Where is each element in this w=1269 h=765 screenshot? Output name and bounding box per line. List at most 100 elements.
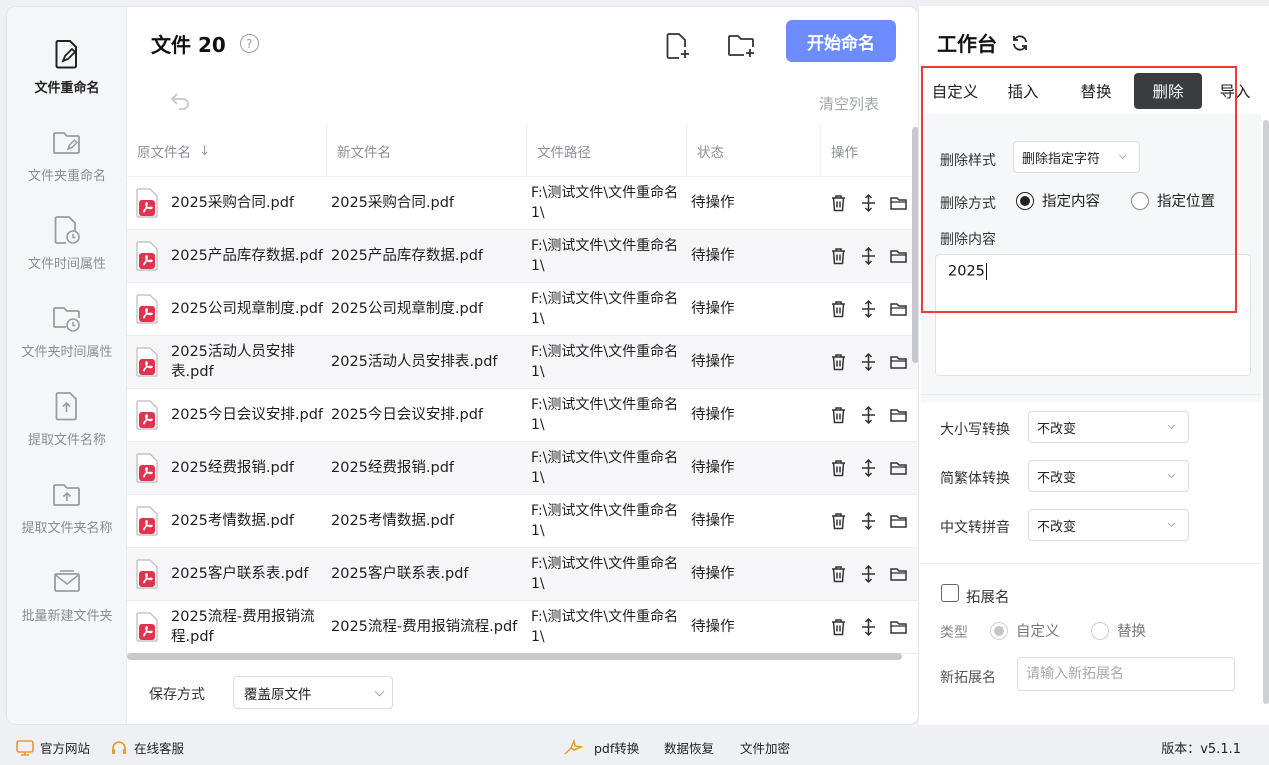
table-row[interactable]: 2025经费报销.pdf 2025经费报销.pdf F:\测试文件\文件重命名1…	[127, 442, 918, 495]
status-cell: 待操作	[691, 301, 735, 317]
sidebar-item-extract-file-name[interactable]: 提取文件名称	[7, 389, 127, 469]
original-name: 2025考情数据.pdf	[171, 513, 295, 529]
trad-simp-select[interactable]: 不改变	[1028, 460, 1189, 492]
move-icon[interactable]	[859, 194, 878, 213]
save-mode-select[interactable]: 覆盖原文件	[233, 676, 393, 709]
type-label: 类型	[940, 625, 968, 641]
trash-icon[interactable]	[829, 459, 848, 478]
start-rename-button[interactable]: 开始命名	[786, 20, 896, 62]
sort-down-icon[interactable]: ↓	[199, 143, 210, 159]
trash-icon[interactable]	[829, 247, 848, 266]
table-row[interactable]: 2025客户联系表.pdf 2025客户联系表.pdf F:\测试文件\文件重命…	[127, 548, 918, 601]
file-encrypt-link[interactable]: 文件加密	[740, 738, 790, 757]
trash-icon[interactable]	[829, 353, 848, 372]
folder-open-icon[interactable]	[889, 618, 908, 637]
pdf-convert-link[interactable]: pdf转换	[562, 738, 639, 757]
folder-open-icon[interactable]	[889, 300, 908, 319]
tab-custom[interactable]: 自定义	[921, 73, 989, 109]
table-row[interactable]: 2025产品库存数据.pdf 2025产品库存数据.pdf F:\测试文件\文件…	[127, 230, 918, 283]
folder-open-icon[interactable]	[889, 406, 908, 425]
actions-cell	[821, 406, 918, 425]
move-icon[interactable]	[859, 565, 878, 584]
horizontal-scrollbar[interactable]	[127, 653, 902, 660]
move-icon[interactable]	[859, 353, 878, 372]
online-service-link[interactable]: 在线客服	[110, 738, 184, 757]
sidebar-item-file-time[interactable]: 文件时间属性	[7, 213, 127, 293]
move-icon[interactable]	[859, 618, 878, 637]
data-recovery-link[interactable]: 数据恢复	[664, 738, 714, 757]
pinyin-select[interactable]: 不改变	[1028, 509, 1189, 541]
trash-icon[interactable]	[829, 512, 848, 531]
help-icon[interactable]: ?	[239, 34, 259, 53]
tab-delete[interactable]: 删除	[1134, 73, 1202, 109]
delete-style-label: 删除样式	[940, 153, 996, 169]
column-original-name[interactable]: 原文件名 ↓	[127, 124, 327, 177]
website-icon	[16, 739, 34, 756]
table-row[interactable]: 2025考情数据.pdf 2025考情数据.pdf F:\测试文件\文件重命名1…	[127, 495, 918, 548]
headset-icon	[112, 740, 126, 754]
trash-icon[interactable]	[829, 194, 848, 213]
table-row[interactable]: 2025今日会议安排.pdf 2025今日会议安排.pdf F:\测试文件\文件…	[127, 389, 918, 442]
trash-icon[interactable]	[829, 300, 848, 319]
tab-import[interactable]: 导入	[1202, 73, 1268, 109]
tab-insert[interactable]: 插入	[989, 73, 1057, 109]
sidebar-item-label: 提取文件夹名称	[21, 521, 113, 536]
website-label: 官方网站	[40, 741, 91, 756]
refresh-icon[interactable]	[1011, 34, 1029, 52]
table-row[interactable]: 2025采购合同.pdf 2025采购合同.pdf F:\测试文件\文件重命名1…	[127, 177, 918, 230]
column-path: 文件路径	[527, 124, 687, 177]
original-name-cell: 2025今日会议安排.pdf	[127, 400, 327, 430]
folder-open-icon[interactable]	[889, 194, 908, 213]
move-icon[interactable]	[859, 406, 878, 425]
sidebar-item-folder-time[interactable]: 文件夹时间属性	[7, 301, 127, 381]
sidebar-item-extract-folder-name[interactable]: 提取文件夹名称	[7, 477, 127, 557]
radio-type-replace[interactable]: 替换	[1091, 620, 1146, 641]
delete-content-textarea[interactable]: 2025	[935, 254, 1251, 376]
tab-replace[interactable]: 替换	[1061, 73, 1131, 109]
delete-style-select[interactable]: 删除指定字符	[1013, 141, 1140, 173]
workbench-scrollbar[interactable]	[1263, 120, 1269, 704]
vertical-scrollbar[interactable]	[912, 127, 918, 363]
trash-icon[interactable]	[829, 618, 848, 637]
status-cell: 待操作	[691, 354, 735, 370]
folder-open-icon[interactable]	[889, 247, 908, 266]
new-name-cell: 2025考情数据.pdf	[331, 513, 455, 529]
undo-icon[interactable]	[167, 89, 191, 113]
case-convert-select[interactable]: 不改变	[1028, 411, 1189, 443]
sidebar-item-folder-rename[interactable]: 文件夹重命名	[7, 125, 127, 205]
sidebar-item-batch-new-folder[interactable]: 批量新建文件夹	[7, 565, 127, 645]
move-icon[interactable]	[859, 247, 878, 266]
official-website-link[interactable]: 官方网站	[16, 738, 90, 757]
save-mode-value: 覆盖原文件	[244, 686, 312, 703]
move-icon[interactable]	[859, 459, 878, 478]
status-cell: 待操作	[691, 566, 735, 582]
sidebar-item-file-rename[interactable]: 文件重命名	[7, 37, 127, 117]
add-file-button[interactable]	[661, 29, 695, 63]
add-folder-button[interactable]	[725, 29, 759, 63]
move-icon[interactable]	[859, 512, 878, 531]
radio-unselected-icon	[1091, 621, 1109, 640]
clear-list-button[interactable]: 清空列表	[819, 93, 879, 114]
move-icon[interactable]	[859, 300, 878, 319]
radio-type-custom[interactable]: 自定义	[990, 620, 1060, 641]
folder-open-icon[interactable]	[889, 512, 908, 531]
radio-label: 指定内容	[1042, 194, 1100, 210]
sidebar: 文件重命名 文件夹重命名 文件时间属性 文件夹时间属性 提取文件名称 提取文件夹…	[7, 7, 127, 724]
table-row[interactable]: 2025公司规章制度.pdf 2025公司规章制度.pdf F:\测试文件\文件…	[127, 283, 918, 336]
folder-open-icon[interactable]	[889, 565, 908, 584]
folder-open-icon[interactable]	[889, 459, 908, 478]
radio-specified-position[interactable]: 指定位置	[1131, 190, 1215, 211]
file-upload-icon	[52, 389, 82, 423]
table-row[interactable]: 2025活动人员安排表.pdf 2025活动人员安排表.pdf F:\测试文件\…	[127, 336, 918, 389]
new-extension-input[interactable]	[1017, 657, 1235, 691]
extension-label: 拓展名	[966, 590, 1010, 606]
table-row[interactable]: 2025流程-费用报销流程.pdf 2025流程-费用报销流程.pdf F:\测…	[127, 601, 918, 654]
trash-icon[interactable]	[829, 406, 848, 425]
original-name-cell: 2025客户联系表.pdf	[127, 559, 327, 589]
path-cell: F:\测试文件\文件重命名1\	[531, 185, 679, 221]
radio-specified-content[interactable]: 指定内容	[1016, 190, 1100, 211]
folder-open-icon[interactable]	[889, 353, 908, 372]
trad-simp-label: 简繁体转换	[940, 471, 1010, 487]
extension-checkbox[interactable]	[941, 584, 959, 602]
trash-icon[interactable]	[829, 565, 848, 584]
